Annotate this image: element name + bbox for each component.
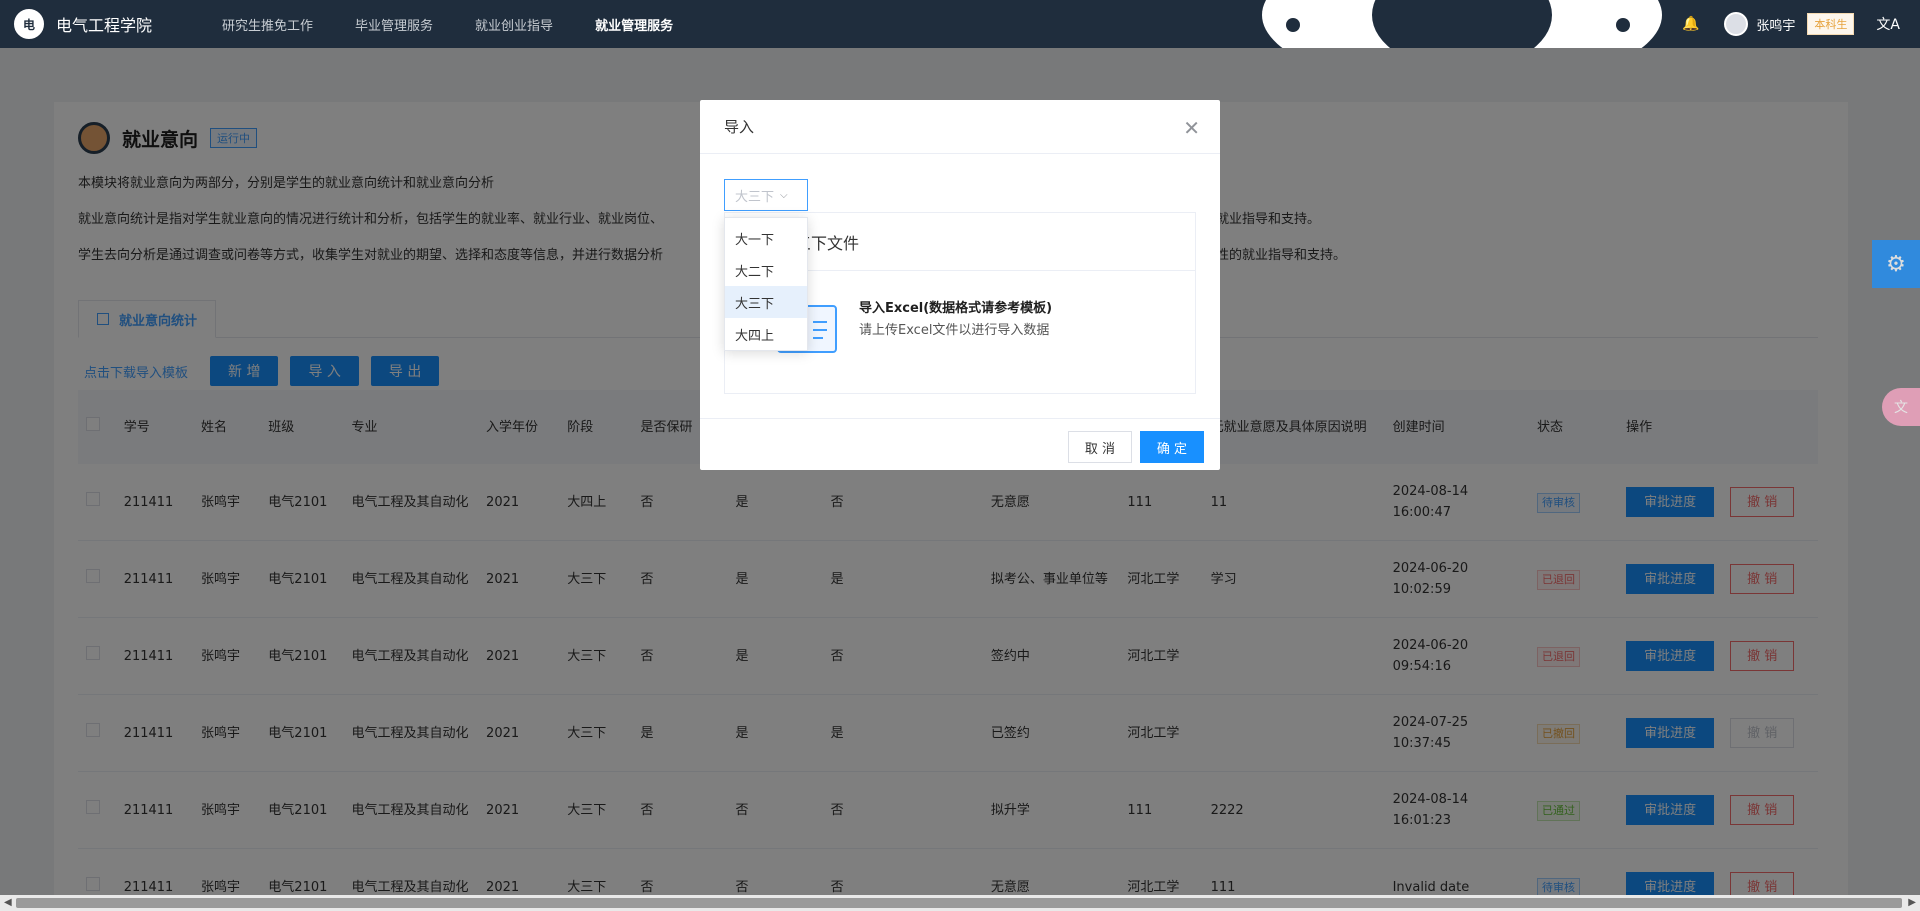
nav-item-employment-service[interactable]: 就业管理服务 <box>595 15 673 34</box>
scroll-right-icon[interactable]: ▶ <box>1908 897 1916 908</box>
dropdown-option-selected[interactable]: 大三下 <box>725 286 807 318</box>
translate-icon[interactable]: 文 <box>1882 388 1920 426</box>
brand[interactable]: 电 电气工程学院 <box>12 7 152 41</box>
horizontal-scrollbar[interactable]: ◀ ▶ <box>0 895 1920 911</box>
confirm-button[interactable]: 确 定 <box>1140 431 1204 463</box>
cancel-button[interactable]: 取 消 <box>1068 431 1132 463</box>
header-decoration <box>1262 0 1662 48</box>
stage-dropdown: 大一下 大二下 大三下 大四上 <box>724 217 808 351</box>
dropdown-option[interactable]: 大二下 <box>725 254 807 286</box>
dialog-title: 导入 <box>724 118 755 136</box>
close-icon[interactable]: ✕ <box>1183 116 1200 140</box>
dropdown-option[interactable]: 大四上 <box>725 318 807 350</box>
college-logo: 电 <box>12 7 46 41</box>
top-navbar: 电 电气工程学院 研究生推免工作 毕业管理服务 就业创业指导 就业管理服务 🔔 … <box>0 0 1920 48</box>
role-badge: 本科生 <box>1807 13 1855 35</box>
gear-icon[interactable]: ⚙ <box>1872 240 1920 288</box>
nav-item-career-guidance[interactable]: 就业创业指导 <box>475 15 553 34</box>
upload-title: 导入Excel(数据格式请参考模板) <box>859 301 1053 316</box>
username[interactable]: 张鸣宇 <box>1756 15 1795 34</box>
nav-item-recommend[interactable]: 研究生推免工作 <box>222 15 313 34</box>
upload-description: 请上传Excel文件以进行导入数据 <box>859 323 1050 338</box>
main-nav: 研究生推免工作 毕业管理服务 就业创业指导 就业管理服务 <box>222 15 715 34</box>
chevron-down-icon: ⌵ <box>780 189 788 201</box>
brand-name: 电气工程学院 <box>56 16 153 35</box>
bell-icon[interactable]: 🔔 <box>1682 16 1699 32</box>
nav-item-graduation[interactable]: 毕业管理服务 <box>355 15 433 34</box>
dropdown-option[interactable]: 大一下 <box>725 222 807 254</box>
language-icon[interactable]: 文A <box>1876 14 1900 34</box>
avatar[interactable] <box>1724 12 1749 36</box>
stage-select[interactable]: 大三下 ⌵ <box>724 179 808 211</box>
scroll-left-icon[interactable]: ◀ <box>4 897 12 908</box>
